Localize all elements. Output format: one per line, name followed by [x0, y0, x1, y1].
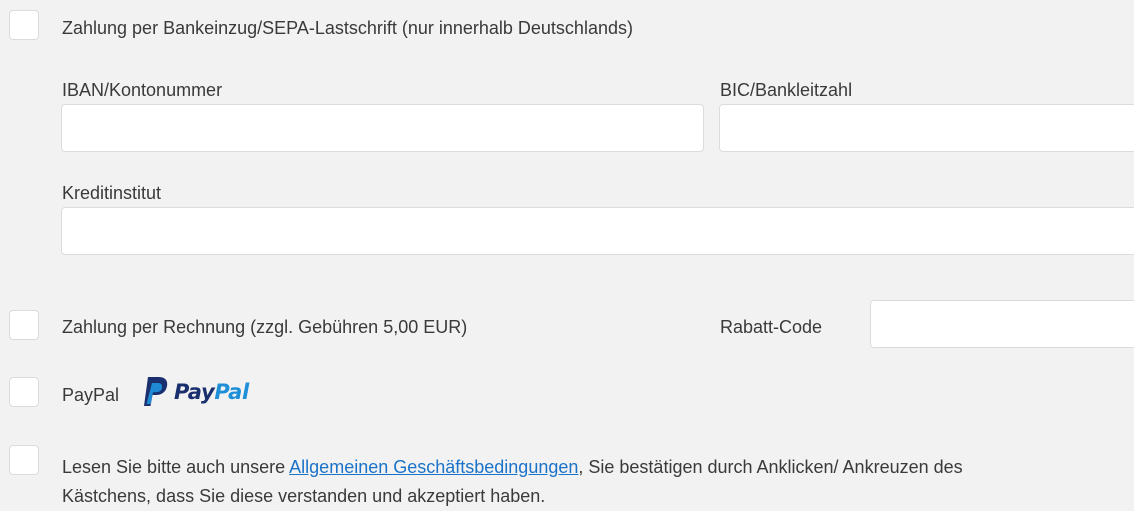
invoice-checkbox[interactable]: [9, 310, 39, 340]
paypal-wordmark: PayPal: [174, 380, 249, 404]
sepa-label: Zahlung per Bankeinzug/SEPA-Lastschrift …: [62, 18, 633, 38]
paypal-checkbox[interactable]: [9, 377, 39, 407]
bic-label: BIC/Bankleitzahl: [720, 80, 853, 100]
discount-code-input[interactable]: [870, 300, 1134, 348]
paypal-p-icon: [144, 377, 168, 406]
sepa-checkbox[interactable]: [9, 10, 39, 40]
terms-text: Lesen Sie bitte auch unsere Allgemeinen …: [62, 453, 1022, 511]
paypal-wordmark-pay: Pay: [174, 380, 215, 404]
paypal-wordmark-pal: Pal: [214, 380, 249, 404]
terms-checkbox[interactable]: [9, 445, 39, 475]
invoice-label: Zahlung per Rechnung (zzgl. Gebühren 5,0…: [62, 317, 468, 337]
terms-link[interactable]: Allgemeinen Geschäftsbedingungen: [289, 457, 578, 477]
discount-code-label: Rabatt-Code: [720, 317, 823, 337]
paypal-logo: PayPal: [142, 376, 249, 408]
bank-label: Kreditinstitut: [62, 183, 162, 203]
iban-input[interactable]: [61, 104, 704, 152]
bic-input[interactable]: [719, 104, 1134, 152]
terms-text-before: Lesen Sie bitte auch unsere: [62, 457, 290, 477]
bank-input[interactable]: [61, 207, 1134, 255]
iban-label: IBAN/Kontonummer: [62, 80, 223, 100]
paypal-label: PayPal: [62, 385, 120, 405]
